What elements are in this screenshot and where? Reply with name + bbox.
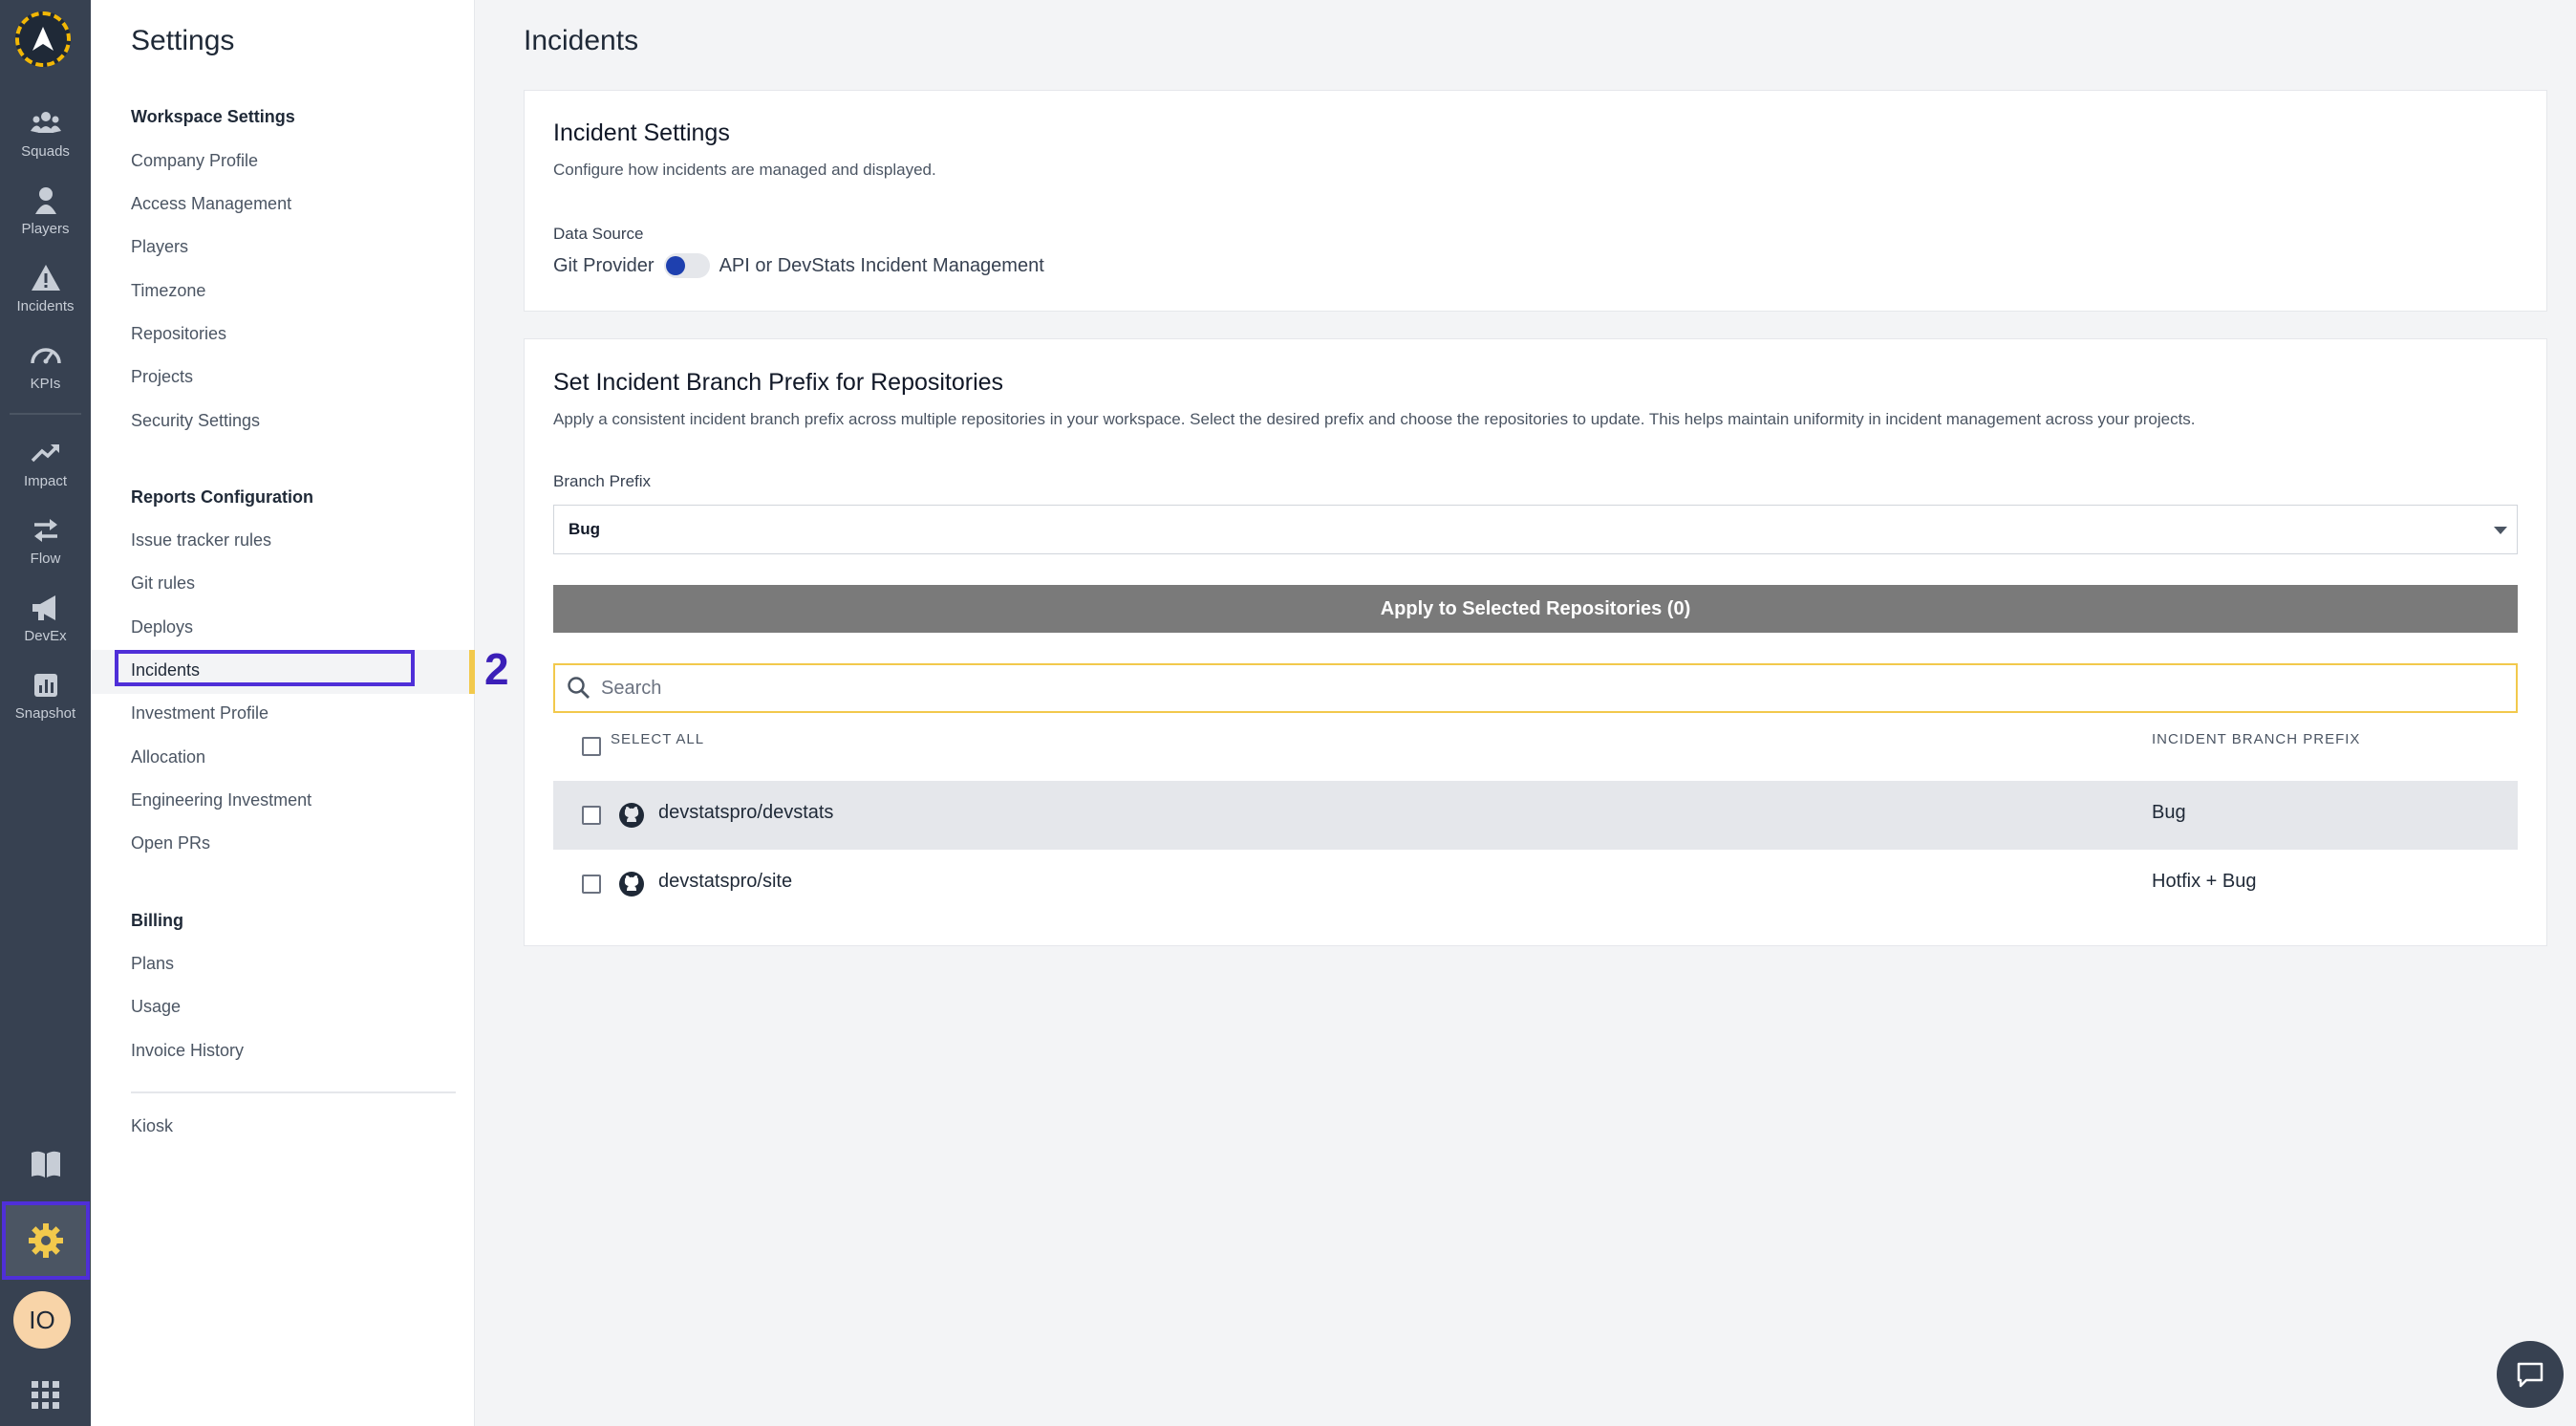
search-box <box>553 663 2518 713</box>
data-source-toggle-row: Git Provider API or DevStats Incident Ma… <box>553 253 1044 278</box>
sidebar-item-kiosk[interactable]: Kiosk <box>131 1116 173 1136</box>
chat-icon <box>2517 1362 2544 1388</box>
flow-icon <box>33 519 57 542</box>
sidebar-item-git-rules[interactable]: Git rules <box>131 573 195 594</box>
docs-button[interactable] <box>0 1145 91 1183</box>
page-title: Incidents <box>524 25 639 56</box>
players-icon <box>34 187 56 214</box>
sidebar-item-repositories[interactable]: Repositories <box>131 324 226 344</box>
rail-label: KPIs <box>30 376 61 392</box>
rail-label: Impact <box>23 473 67 489</box>
incident-settings-card: Incident Settings Configure how incident… <box>524 90 2547 312</box>
incident-settings-title: Incident Settings <box>553 119 730 146</box>
incident-settings-description: Configure how incidents are managed and … <box>553 161 936 179</box>
impact-icon <box>31 444 59 463</box>
chat-button[interactable] <box>2497 1341 2564 1408</box>
user-avatar[interactable]: IO <box>13 1291 71 1349</box>
sidebar-item-investment-profile[interactable]: Investment Profile <box>131 703 268 724</box>
apply-button[interactable]: Apply to Selected Repositories (0) <box>553 585 2518 633</box>
incidents-icon <box>31 265 60 291</box>
rail-label: Snapshot <box>14 705 76 722</box>
sidebar-item-usage[interactable]: Usage <box>131 997 181 1017</box>
kpis-icon <box>30 348 61 364</box>
table-row[interactable]: devstatspro/devstats Bug <box>553 781 2518 850</box>
rail-item-impact[interactable]: Impact <box>0 430 91 497</box>
select-all-checkbox[interactable] <box>582 737 601 756</box>
app-logo[interactable] <box>15 11 71 67</box>
branch-prefix-value: Bug <box>569 520 601 538</box>
rail-label: Incidents <box>16 298 75 314</box>
annotation-highlight-box <box>115 650 415 686</box>
rail-label: Flow <box>30 551 61 567</box>
gear-icon <box>29 1223 63 1258</box>
sidebar-item-players[interactable]: Players <box>131 237 188 257</box>
repo-prefix: Hotfix + Bug <box>2152 871 2257 892</box>
rail-item-snapshot[interactable]: Snapshot <box>0 662 91 729</box>
repo-name: devstatspro/devstats <box>658 802 834 823</box>
book-icon <box>31 1151 60 1178</box>
sidebar-item-plans[interactable]: Plans <box>131 954 174 974</box>
search-icon <box>568 677 590 699</box>
rail-divider <box>10 413 81 415</box>
data-source-toggle[interactable] <box>663 253 710 278</box>
sidebar-item-security-settings[interactable]: Security Settings <box>131 411 260 431</box>
section-heading-workspace: Workspace Settings <box>131 107 295 126</box>
chevron-down-icon <box>2494 527 2507 534</box>
rail-item-players[interactable]: Players <box>0 178 91 245</box>
branch-prefix-description: Apply a consistent incident branch prefi… <box>553 410 2196 428</box>
sidebar-item-access-management[interactable]: Access Management <box>131 194 291 214</box>
squads-icon <box>30 112 61 133</box>
branch-prefix-card: Set Incident Branch Prefix for Repositor… <box>524 338 2547 946</box>
toggle-right-label: API or DevStats Incident Management <box>719 254 1044 276</box>
sidebar-item-company-profile[interactable]: Company Profile <box>131 151 258 171</box>
branch-prefix-select[interactable]: Bug <box>553 505 2518 554</box>
sidebar-title: Settings <box>131 25 235 56</box>
sidebar-item-projects[interactable]: Projects <box>131 367 193 387</box>
logo-arrow-icon <box>32 27 54 51</box>
repo-prefix: Bug <box>2152 802 2186 823</box>
section-heading-billing: Billing <box>131 911 183 930</box>
sidebar-item-engineering-investment[interactable]: Engineering Investment <box>131 790 311 810</box>
rail-label: Players <box>21 221 70 237</box>
select-all-header[interactable]: SELECT ALL <box>611 731 704 747</box>
rail-item-squads[interactable]: Squads <box>0 100 91 167</box>
sidebar-item-allocation[interactable]: Allocation <box>131 747 205 767</box>
toggle-left-label: Git Provider <box>553 254 655 276</box>
sidebar-item-issue-tracker-rules[interactable]: Issue tracker rules <box>131 530 271 551</box>
sidebar-divider <box>131 1091 456 1093</box>
search-input[interactable] <box>601 677 2416 700</box>
apps-grid-icon <box>31 1381 59 1409</box>
row-checkbox[interactable] <box>582 875 601 894</box>
sidebar-item-timezone[interactable]: Timezone <box>131 281 205 301</box>
sidebar-item-invoice-history[interactable]: Invoice History <box>131 1041 244 1061</box>
annotation-marker-2: 2 <box>484 644 509 694</box>
github-icon <box>619 803 644 828</box>
rail-label: DevEx <box>24 628 67 644</box>
settings-sidebar: Settings Workspace Settings Company Prof… <box>91 0 475 1426</box>
active-item-indicator <box>469 650 475 694</box>
settings-button[interactable] <box>2 1201 90 1280</box>
rail-item-kpis[interactable]: KPIs <box>0 333 91 400</box>
branch-prefix-title: Set Incident Branch Prefix for Repositor… <box>553 369 1004 396</box>
apps-button[interactable] <box>0 1376 91 1415</box>
sidebar-item-open-prs[interactable]: Open PRs <box>131 833 210 853</box>
data-source-label: Data Source <box>553 225 644 243</box>
section-heading-reports: Reports Configuration <box>131 487 313 507</box>
table-row[interactable]: devstatspro/site Hotfix + Bug <box>553 850 2518 918</box>
row-checkbox[interactable] <box>582 806 601 825</box>
repo-name: devstatspro/site <box>658 871 793 892</box>
rail-item-incidents[interactable]: Incidents <box>0 255 91 322</box>
sidebar-item-deploys[interactable]: Deploys <box>131 617 193 637</box>
rail-item-devex[interactable]: DevEx <box>0 585 91 652</box>
github-icon <box>619 872 644 897</box>
devex-icon <box>32 595 55 620</box>
prefix-column-header: INCIDENT BRANCH PREFIX <box>2152 731 2361 747</box>
branch-prefix-label: Branch Prefix <box>553 472 652 490</box>
rail-label: Squads <box>21 143 70 160</box>
snapshot-icon <box>33 674 57 697</box>
toggle-knob <box>665 256 685 275</box>
rail-item-flow[interactable]: Flow <box>0 508 91 574</box>
